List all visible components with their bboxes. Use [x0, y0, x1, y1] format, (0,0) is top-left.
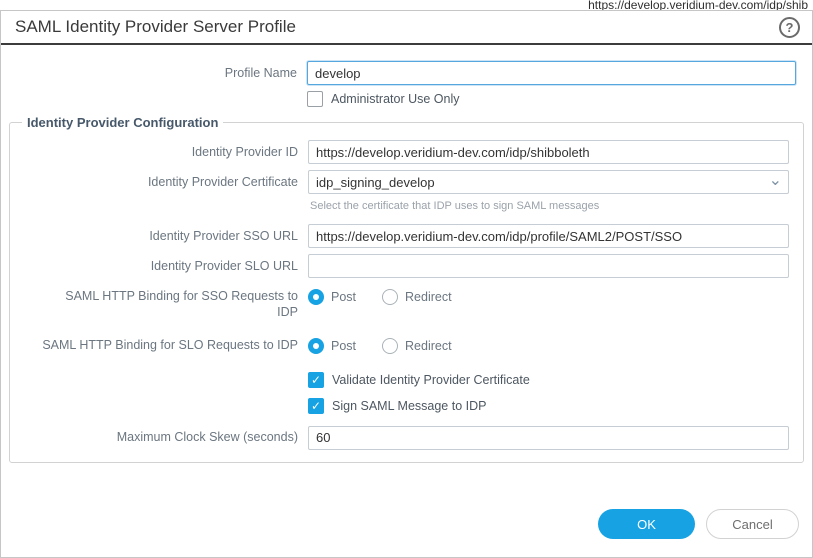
clock-skew-row: Maximum Clock Skew (seconds) [10, 426, 791, 450]
dialog-header: SAML Identity Provider Server Profile ? [1, 11, 812, 45]
idp-id-input[interactable] [308, 140, 789, 164]
slo-url-row: Identity Provider SLO URL [10, 254, 791, 278]
chevron-down-icon: ⌄ [769, 172, 782, 190]
sso-binding-row: SAML HTTP Binding for SSO Requests to ID… [10, 288, 791, 321]
admin-use-only-label: Administrator Use Only [331, 92, 460, 106]
dialog-title: SAML Identity Provider Server Profile [15, 17, 296, 37]
sso-url-row: Identity Provider SSO URL [10, 224, 791, 248]
slo-url-input[interactable] [308, 254, 789, 278]
slo-binding-label: SAML HTTP Binding for SLO Requests to ID… [10, 337, 308, 353]
section-legend: Identity Provider Configuration [22, 115, 223, 130]
idp-certificate-label: Identity Provider Certificate [10, 174, 308, 190]
cancel-button[interactable]: Cancel [706, 509, 799, 539]
ok-button[interactable]: OK [598, 509, 695, 539]
saml-idp-server-profile-dialog: SAML Identity Provider Server Profile ? … [0, 10, 813, 558]
sso-binding-post-option[interactable]: Post [308, 289, 356, 305]
sign-saml-checkbox[interactable]: ✓ [308, 398, 324, 414]
idp-id-row: Identity Provider ID [10, 140, 791, 164]
sign-saml-row: ✓ Sign SAML Message to IDP [10, 398, 791, 414]
slo-binding-post-option[interactable]: Post [308, 338, 356, 354]
help-glyph: ? [786, 20, 794, 35]
checkmark-icon: ✓ [311, 374, 321, 386]
idp-certificate-row: Identity Provider Certificate idp_signin… [10, 170, 791, 194]
idp-certificate-hint-row: Select the certificate that IDP uses to … [10, 200, 791, 212]
validate-certificate-row: ✓ Validate Identity Provider Certificate [10, 372, 791, 388]
sso-binding-redirect-option[interactable]: Redirect [382, 289, 452, 305]
slo-url-label: Identity Provider SLO URL [10, 258, 308, 274]
idp-certificate-select[interactable]: idp_signing_develop ⌄ [308, 170, 789, 194]
radio-unselected-icon [382, 338, 398, 354]
slo-binding-redirect-option[interactable]: Redirect [382, 338, 452, 354]
radio-unselected-icon [382, 289, 398, 305]
profile-name-row: Profile Name [1, 61, 812, 85]
sso-url-label: Identity Provider SSO URL [10, 228, 308, 244]
validate-certificate-label: Validate Identity Provider Certificate [332, 373, 530, 387]
idp-id-label: Identity Provider ID [10, 144, 308, 160]
idp-certificate-value: idp_signing_develop [316, 175, 435, 190]
profile-name-input[interactable] [307, 61, 796, 85]
sso-binding-post-label: Post [331, 290, 356, 304]
profile-name-label: Profile Name [1, 65, 307, 81]
radio-selected-icon [308, 338, 324, 354]
idp-certificate-hint: Select the certificate that IDP uses to … [308, 200, 599, 212]
clock-skew-input[interactable] [308, 426, 789, 450]
clock-skew-label: Maximum Clock Skew (seconds) [10, 429, 308, 445]
radio-selected-icon [308, 289, 324, 305]
admin-use-only-row: Administrator Use Only [1, 91, 812, 107]
checkmark-icon: ✓ [311, 400, 321, 412]
slo-binding-redirect-label: Redirect [405, 339, 452, 353]
identity-provider-configuration-section: Identity Provider Configuration Identity… [9, 115, 804, 463]
slo-binding-row: SAML HTTP Binding for SLO Requests to ID… [10, 337, 791, 354]
validate-certificate-checkbox[interactable]: ✓ [308, 372, 324, 388]
help-icon[interactable]: ? [779, 17, 800, 38]
sso-binding-redirect-label: Redirect [405, 290, 452, 304]
sso-binding-label: SAML HTTP Binding for SSO Requests to ID… [10, 288, 308, 321]
slo-binding-post-label: Post [331, 339, 356, 353]
sign-saml-label: Sign SAML Message to IDP [332, 399, 486, 413]
sso-url-input[interactable] [308, 224, 789, 248]
admin-use-only-checkbox[interactable] [307, 91, 323, 107]
dialog-footer: OK Cancel [598, 509, 799, 539]
dialog-body: Profile Name Administrator Use Only Iden… [1, 45, 812, 463]
